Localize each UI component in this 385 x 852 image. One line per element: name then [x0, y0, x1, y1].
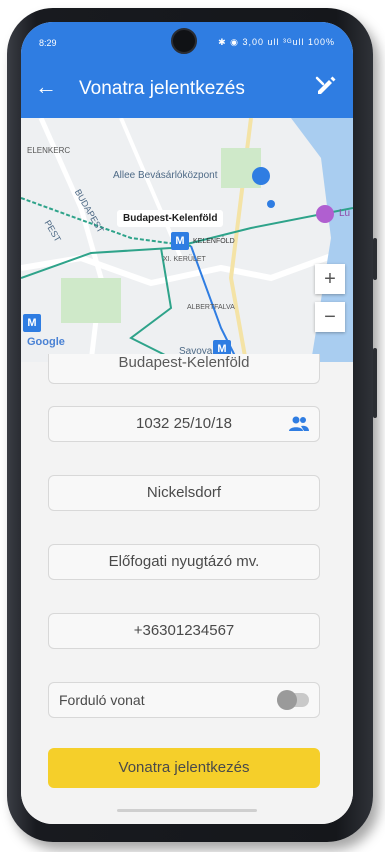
- volume-button: [373, 238, 377, 280]
- people-icon[interactable]: [289, 415, 309, 433]
- map-label-albertfalva: ALBERTFALVA: [187, 304, 235, 311]
- phone-field[interactable]: +36301234567: [48, 613, 320, 649]
- power-button: [373, 348, 377, 418]
- turning-train-label: Forduló vonat: [59, 692, 145, 708]
- app-bar: ← Vonatra jelentkezés: [21, 60, 353, 118]
- map-label-kerulet: XI. KERÜLET: [163, 256, 206, 263]
- track-field[interactable]: Előfogati nyugtázó mv.: [48, 544, 320, 580]
- back-arrow-icon[interactable]: ←: [35, 76, 57, 98]
- zoom-in-button[interactable]: +: [315, 264, 345, 294]
- selected-place-label[interactable]: Budapest-Kelenföld: [117, 210, 224, 227]
- train-date-value: 1032 25/10/18: [136, 415, 232, 432]
- home-indicator[interactable]: [117, 809, 257, 812]
- zoom-out-button[interactable]: −: [315, 302, 345, 332]
- front-camera: [171, 28, 197, 54]
- map-label-right-edge: Lu: [339, 208, 351, 219]
- map-view[interactable]: ELENKERC Allee Bevásárlóközpont BUDAPEST…: [21, 118, 353, 362]
- map-label-mall: Allee Bevásárlóközpont: [113, 170, 218, 181]
- screen: 8:29 ✱ ◉ 3,00 ull ³ᴳull 100% ← Vonatra j…: [21, 22, 353, 824]
- map-label-kelenfold: KELENFÖLD: [193, 238, 235, 245]
- departure-field[interactable]: Budapest-Kelenföld: [48, 354, 320, 384]
- metro-badge-icon[interactable]: M: [171, 232, 189, 250]
- turning-train-toggle[interactable]: [277, 690, 309, 710]
- status-icons: ✱ ◉ 3,00 ull ³ᴳull 100%: [218, 37, 335, 47]
- turning-train-row: Forduló vonat: [48, 682, 320, 718]
- destination-field[interactable]: Nickelsdorf: [48, 475, 320, 511]
- submit-button[interactable]: Vonatra jelentkezés: [48, 748, 320, 788]
- phone-frame: 8:29 ✱ ◉ 3,00 ull ³ᴳull 100% ← Vonatra j…: [7, 8, 377, 842]
- google-attribution: Google: [27, 336, 65, 348]
- status-time: 8:29: [39, 38, 57, 48]
- toggle-knob: [277, 690, 297, 710]
- map-label-top-left: ELENKERC: [27, 146, 71, 155]
- metro-badge-left-icon[interactable]: M: [23, 314, 41, 332]
- edit-pen-icon[interactable]: [313, 74, 339, 100]
- signup-form: Budapest-Kelenföld 1032 25/10/18 Nickels…: [21, 354, 353, 824]
- page-title: Vonatra jelentkezés: [79, 78, 245, 99]
- train-date-field[interactable]: 1032 25/10/18: [48, 406, 320, 442]
